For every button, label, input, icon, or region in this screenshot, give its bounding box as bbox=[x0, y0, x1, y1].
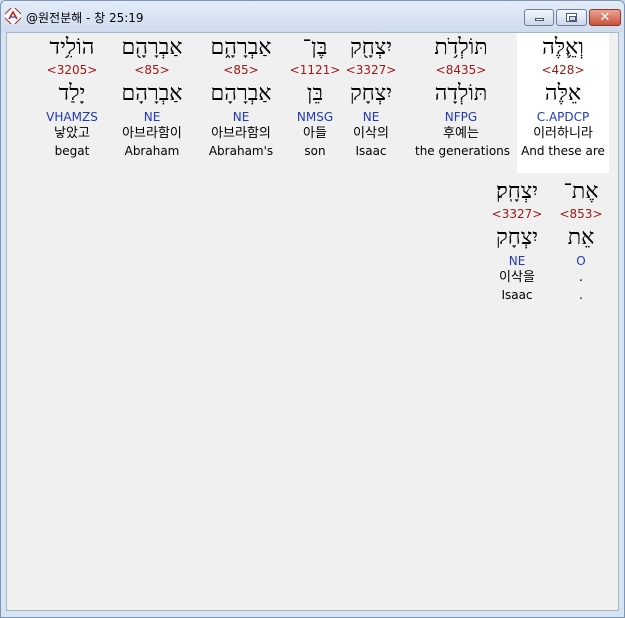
hebrew-word: וְאֵ֛לֶּה bbox=[542, 35, 584, 60]
morphology-code: NE bbox=[143, 110, 161, 124]
word-cell[interactable]: אַבְרָהָ֖ם <85> אַבְרָהָם NE 아브라함이 Abrah… bbox=[108, 33, 196, 159]
english-gloss: begat bbox=[54, 144, 90, 158]
morphology-code: O bbox=[576, 254, 586, 268]
english-gloss: Isaac bbox=[501, 288, 533, 302]
morphology-code: NMSG bbox=[296, 110, 334, 124]
close-icon: ✕ bbox=[599, 10, 611, 25]
hebrew-word: אַבְרָהָ֑ם bbox=[210, 35, 272, 60]
hebrew-lemma: בֵּן bbox=[306, 81, 324, 106]
morphology-code: C.APDCP bbox=[536, 110, 590, 124]
title-bar[interactable]: @원전분해 - 창 25:19 ✕ bbox=[1, 1, 624, 32]
interlinear-view[interactable]: וְאֵ֛לֶּה <428> אֵלֶּה C.APDCP 이러하니라 And… bbox=[6, 32, 619, 611]
korean-gloss: 이러하니라 bbox=[533, 126, 593, 141]
morphology-code: NE bbox=[232, 110, 250, 124]
korean-gloss: 이삭을 bbox=[499, 270, 535, 285]
hebrew-word: אַבְרָהָ֖ם bbox=[121, 35, 183, 60]
english-gloss: Abraham bbox=[124, 144, 180, 158]
strong-number[interactable]: <853> bbox=[551, 207, 611, 222]
app-logo-icon bbox=[5, 8, 21, 24]
word-cell[interactable]: יִצְחָֽק׃ <3327> יִצְחָק NE 이삭을 Isaac bbox=[477, 177, 557, 303]
word-cell[interactable]: בֶּן־ <1121> בֵּן NMSG 아들 son bbox=[283, 33, 347, 159]
hebrew-lemma: אֵלֶּה bbox=[544, 81, 582, 106]
minimize-button[interactable] bbox=[524, 9, 554, 26]
english-gloss: Abraham's bbox=[208, 144, 274, 158]
window-bottom-border bbox=[1, 612, 624, 617]
hebrew-lemma: אַבְרָהָם bbox=[210, 81, 272, 106]
word-cell[interactable]: הוֹלִ֥יד <3205> יָלַד VHAMZS 낳았고 begat bbox=[32, 33, 112, 159]
strong-number[interactable]: <85> bbox=[197, 63, 285, 78]
hebrew-lemma: אַבְרָהָם bbox=[121, 81, 183, 106]
strong-number[interactable]: <428> bbox=[517, 63, 609, 78]
morphology-code: NFPG bbox=[444, 110, 478, 124]
english-gloss: the generations bbox=[415, 144, 511, 158]
maximize-button[interactable] bbox=[556, 9, 587, 26]
strong-number[interactable]: <85> bbox=[108, 63, 196, 78]
korean-gloss: 아브라함이 bbox=[122, 126, 182, 141]
strong-number[interactable]: <3327> bbox=[477, 207, 557, 222]
maximize-icon bbox=[566, 13, 577, 22]
morphology-code: VHAMZS bbox=[46, 110, 98, 124]
window-title: @원전분해 - 창 25:19 bbox=[26, 11, 144, 25]
word-cell[interactable]: וְאֵ֛לֶּה <428> אֵלֶּה C.APDCP 이러하니라 And… bbox=[517, 33, 609, 173]
hebrew-word: הוֹלִ֥יד bbox=[49, 35, 95, 60]
english-gloss: And these are bbox=[521, 144, 605, 158]
korean-gloss: . bbox=[578, 270, 584, 285]
hebrew-word: יִצְחָֽק׃ bbox=[495, 179, 539, 204]
korean-gloss: 후예는 bbox=[443, 126, 479, 141]
app-window: @원전분해 - 창 25:19 ✕ וְאֵ֛לֶּה <428> אֵלֶּה… bbox=[0, 0, 625, 618]
close-button[interactable]: ✕ bbox=[589, 9, 621, 26]
strong-number[interactable]: <8435> bbox=[415, 63, 507, 78]
minimize-icon bbox=[535, 18, 544, 21]
hebrew-lemma: אֵת bbox=[567, 225, 595, 250]
word-cell[interactable]: תּוֹלְדֹ֥ת <8435> תּוֹלְדָה NFPG 후예는 the… bbox=[415, 33, 511, 159]
morphology-code: NE bbox=[508, 254, 526, 268]
hebrew-word: תּוֹלְדֹ֥ת bbox=[434, 35, 488, 60]
hebrew-lemma: תּוֹלְדָה bbox=[434, 81, 488, 106]
english-gloss: son bbox=[304, 144, 326, 158]
english-gloss: . bbox=[579, 288, 583, 302]
word-cell[interactable]: אֶת־ <853> אֵת O . . bbox=[551, 177, 611, 303]
hebrew-word: אֶת־ bbox=[563, 179, 599, 204]
strong-number[interactable]: <1121> bbox=[283, 63, 347, 78]
hebrew-word: בֶּן־ bbox=[302, 35, 328, 60]
korean-gloss: 낳았고 bbox=[54, 126, 90, 141]
korean-gloss: 아브라함의 bbox=[211, 126, 271, 141]
strong-number[interactable]: <3205> bbox=[32, 63, 112, 78]
hebrew-lemma: יָלַד bbox=[58, 81, 86, 106]
korean-gloss: 아들 bbox=[303, 126, 327, 141]
hebrew-lemma: יִצְחָק bbox=[495, 225, 539, 250]
word-cell[interactable]: אַבְרָהָ֑ם <85> אַבְרָהָם NE 아브라함의 Abrah… bbox=[197, 33, 285, 159]
